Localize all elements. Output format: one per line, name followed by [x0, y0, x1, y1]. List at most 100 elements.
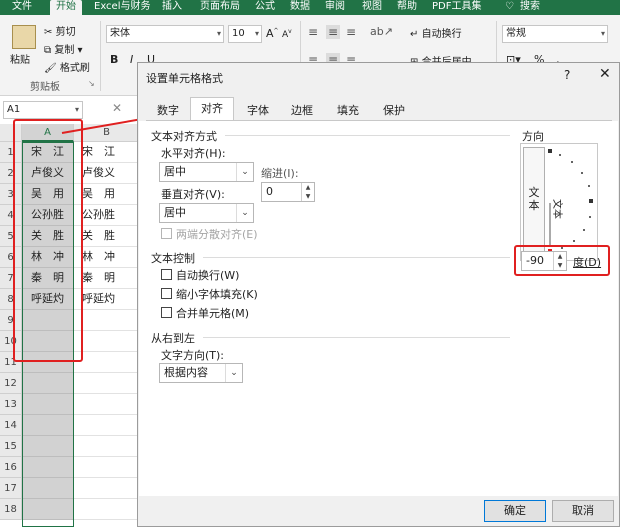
text-direction-select[interactable]: 根据内容 ⌄: [159, 363, 243, 383]
cell-a[interactable]: 卢俊义: [22, 163, 74, 184]
cell-b[interactable]: [74, 499, 140, 520]
tab-formulas[interactable]: 公式: [255, 0, 275, 15]
tab-border[interactable]: 边框: [284, 100, 320, 121]
name-box[interactable]: A1 ▾: [3, 101, 83, 119]
wrap-text-button[interactable]: ↵ 自动换行: [410, 25, 462, 40]
row-header[interactable]: 10: [0, 331, 22, 352]
row-header[interactable]: 4: [0, 205, 22, 226]
number-format-combo[interactable]: 常规 ▾: [502, 25, 608, 43]
cell-b[interactable]: 呼延灼: [74, 289, 140, 310]
row-header[interactable]: 2: [0, 163, 22, 184]
orientation-icon[interactable]: ab↗: [370, 25, 393, 38]
row-header[interactable]: 9: [0, 310, 22, 331]
indent-spinner[interactable]: 0 ▲ ▼: [261, 182, 315, 202]
cell-b[interactable]: 卢俊义: [74, 163, 140, 184]
merge-cells-checkbox[interactable]: [161, 307, 172, 318]
cell-b[interactable]: [74, 478, 140, 499]
format-painter-button[interactable]: 🖌 格式刷: [44, 59, 90, 74]
align-middle-icon[interactable]: ≡: [326, 25, 341, 39]
row-header[interactable]: 11: [0, 352, 22, 373]
close-button[interactable]: ✕: [599, 66, 611, 82]
cell-a[interactable]: 公孙胜: [22, 205, 74, 226]
cell-b[interactable]: [74, 331, 140, 352]
shrink-font-button[interactable]: Av: [282, 28, 292, 40]
row-header[interactable]: 18: [0, 499, 22, 520]
wrap-text-checkbox[interactable]: [161, 269, 172, 280]
tab-insert[interactable]: 插入: [162, 0, 182, 15]
cell-a[interactable]: 呼延灼: [22, 289, 74, 310]
row-header[interactable]: 17: [0, 478, 22, 499]
copy-button[interactable]: ⧉ 复制 ▾: [44, 41, 83, 56]
tab-pdf-tools[interactable]: PDF工具集: [432, 0, 481, 15]
tab-excel-finance[interactable]: Excel与财务: [94, 0, 151, 15]
tab-font[interactable]: 字体: [240, 100, 276, 121]
column-header-a[interactable]: A: [22, 124, 74, 142]
cell-a[interactable]: [22, 457, 74, 478]
cell-b[interactable]: 秦 明: [74, 268, 140, 289]
close-icon[interactable]: ✕: [112, 101, 122, 115]
align-bottom-icon[interactable]: ≡: [346, 25, 356, 39]
cell-b[interactable]: 吴 用: [74, 184, 140, 205]
cell-b[interactable]: [74, 352, 140, 373]
row-header[interactable]: 8: [0, 289, 22, 310]
tab-page-layout[interactable]: 页面布局: [200, 0, 240, 15]
cell-b[interactable]: [74, 394, 140, 415]
vertical-align-select[interactable]: 居中 ⌄: [159, 203, 254, 223]
cell-a[interactable]: [22, 436, 74, 457]
justify-distributed-checkbox[interactable]: [161, 228, 172, 239]
cell-a[interactable]: [22, 373, 74, 394]
cell-a[interactable]: 秦 明: [22, 268, 74, 289]
tab-number[interactable]: 数字: [150, 100, 186, 121]
cell-b[interactable]: [74, 457, 140, 478]
orientation-dial[interactable]: 文本: [546, 147, 598, 259]
cell-a[interactable]: 林 冲: [22, 247, 74, 268]
row-header[interactable]: 1: [0, 142, 22, 163]
spin-down-icon[interactable]: ▼: [301, 192, 314, 201]
font-size-combo[interactable]: 10 ▾: [228, 25, 262, 43]
tab-protection[interactable]: 保护: [376, 100, 412, 121]
select-all-corner[interactable]: [0, 124, 22, 142]
cell-b[interactable]: 林 冲: [74, 247, 140, 268]
tab-file[interactable]: 文件: [12, 0, 32, 15]
ok-button[interactable]: 确定: [484, 500, 546, 522]
tab-review[interactable]: 审阅: [325, 0, 345, 15]
tab-alignment[interactable]: 对齐: [190, 97, 234, 122]
shrink-to-fit-checkbox[interactable]: [161, 288, 172, 299]
dialog-launcher-icon[interactable]: ↘: [88, 79, 95, 88]
row-header[interactable]: 14: [0, 415, 22, 436]
bold-button[interactable]: B: [110, 53, 118, 66]
cell-a[interactable]: 宋 江: [22, 142, 74, 163]
horizontal-align-select[interactable]: 居中 ⌄: [159, 162, 254, 182]
cell-a[interactable]: 吴 用: [22, 184, 74, 205]
cell-b[interactable]: [74, 310, 140, 331]
cell-b[interactable]: 关 胜: [74, 226, 140, 247]
row-header[interactable]: 13: [0, 394, 22, 415]
row-header[interactable]: 6: [0, 247, 22, 268]
cell-a[interactable]: [22, 352, 74, 373]
cancel-button[interactable]: 取消: [552, 500, 614, 522]
cell-a[interactable]: [22, 394, 74, 415]
row-header[interactable]: 5: [0, 226, 22, 247]
row-header[interactable]: 16: [0, 457, 22, 478]
cell-b[interactable]: 宋 江: [74, 142, 140, 163]
cell-a[interactable]: [22, 499, 74, 520]
align-top-icon[interactable]: ≡: [308, 25, 318, 39]
cell-a[interactable]: [22, 478, 74, 499]
cell-b[interactable]: [74, 436, 140, 457]
cell-a[interactable]: [22, 415, 74, 436]
font-name-combo[interactable]: 宋体 ▾: [106, 25, 224, 43]
row-header[interactable]: 3: [0, 184, 22, 205]
tab-view[interactable]: 视图: [362, 0, 382, 15]
paste-button[interactable]: 粘贴: [10, 51, 30, 66]
tab-data[interactable]: 数据: [290, 0, 310, 15]
help-button[interactable]: ?: [564, 68, 570, 82]
cell-b[interactable]: [74, 415, 140, 436]
row-header[interactable]: 15: [0, 436, 22, 457]
tab-help[interactable]: 帮助: [397, 0, 417, 15]
cell-a[interactable]: [22, 310, 74, 331]
cell-b[interactable]: 公孙胜: [74, 205, 140, 226]
cell-b[interactable]: [74, 373, 140, 394]
spin-up-icon[interactable]: ▲: [301, 183, 314, 192]
tab-search[interactable]: 搜索: [520, 0, 540, 15]
italic-button[interactable]: I: [130, 53, 133, 66]
